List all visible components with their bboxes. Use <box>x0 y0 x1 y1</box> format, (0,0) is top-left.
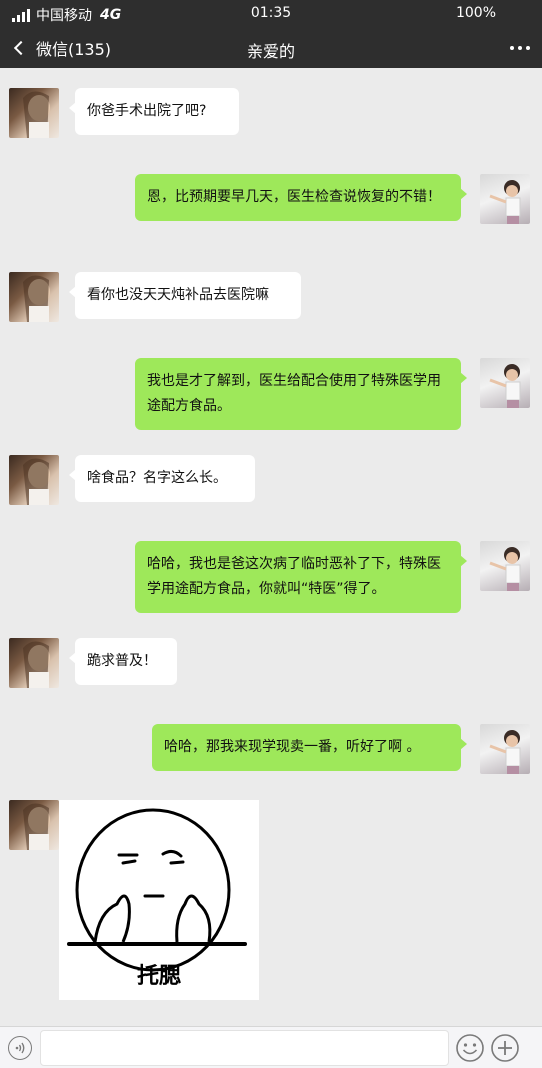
incoming-message-bubble[interactable]: 你爸手术出院了吧? <box>69 88 239 135</box>
outgoing-message-bubble[interactable]: 恩，比预期要早几天，医生检查说恢复的不错！ <box>135 174 467 221</box>
more-options-button[interactable] <box>510 40 530 56</box>
incoming-message-bubble[interactable]: 跪求普及！ <box>69 638 177 685</box>
more-dot-icon <box>510 46 514 50</box>
voice-icon <box>15 1042 25 1054</box>
my-avatar-image <box>489 730 521 774</box>
sticker-caption: 托腮 <box>136 964 181 989</box>
nav-bar: 微信(135) 亲爱的 <box>0 28 542 68</box>
more-functions-button[interactable] <box>490 1033 520 1063</box>
chat-area[interactable]: 你爸手术出院了吧? 恩，比预期要早几天，医生检查说恢复的不错！ 看你也没天天炖补… <box>0 68 542 1026</box>
incoming-message-bubble[interactable]: 看你也没天天炖补品去医院嘛 <box>69 272 301 319</box>
incoming-message-bubble[interactable]: 啥食品？名字这么长。 <box>69 455 255 502</box>
my-avatar-image <box>489 180 521 224</box>
my-avatar[interactable] <box>480 724 530 774</box>
contact-avatar[interactable] <box>9 88 59 138</box>
status-bar: 中国移动 4G 01:35 100% <box>0 0 542 28</box>
input-bar <box>0 1026 542 1068</box>
plus-icon <box>491 1034 519 1062</box>
outgoing-message-bubble[interactable]: 我也是才了解到，医生给配合使用了特殊医学用途配方食品。 <box>135 358 467 430</box>
chat-title: 亲爱的 <box>246 42 295 61</box>
contact-avatar-image <box>23 275 50 322</box>
emoji-button[interactable] <box>455 1033 485 1063</box>
my-avatar-image <box>489 364 521 408</box>
contact-avatar-image <box>23 458 50 505</box>
contact-avatar[interactable] <box>9 800 59 850</box>
voice-input-button[interactable] <box>8 1036 32 1060</box>
battery-level: 100% <box>455 5 496 21</box>
outgoing-message-bubble[interactable]: 哈哈，那我来现学现卖一番，听好了啊 。 <box>152 724 467 771</box>
my-avatar-image <box>489 547 521 591</box>
more-dot-icon <box>526 46 530 50</box>
contact-avatar-image <box>23 641 50 688</box>
contact-avatar[interactable] <box>9 272 59 322</box>
contact-avatar-image <box>23 803 50 850</box>
contact-avatar-image <box>23 91 50 138</box>
contact-avatar[interactable] <box>9 638 59 688</box>
more-dot-icon <box>518 46 522 50</box>
contact-avatar[interactable] <box>9 455 59 505</box>
sticker-message[interactable]: 托腮 <box>59 800 259 1000</box>
message-input[interactable] <box>40 1030 449 1066</box>
emoji-icon <box>456 1034 484 1062</box>
my-avatar[interactable] <box>480 541 530 591</box>
outgoing-message-bubble[interactable]: 哈哈，我也是爸这次病了临时恶补了下，特殊医学用途配方食品，你就叫“特医”得了。 <box>135 541 467 613</box>
my-avatar[interactable] <box>480 174 530 224</box>
my-avatar[interactable] <box>480 358 530 408</box>
